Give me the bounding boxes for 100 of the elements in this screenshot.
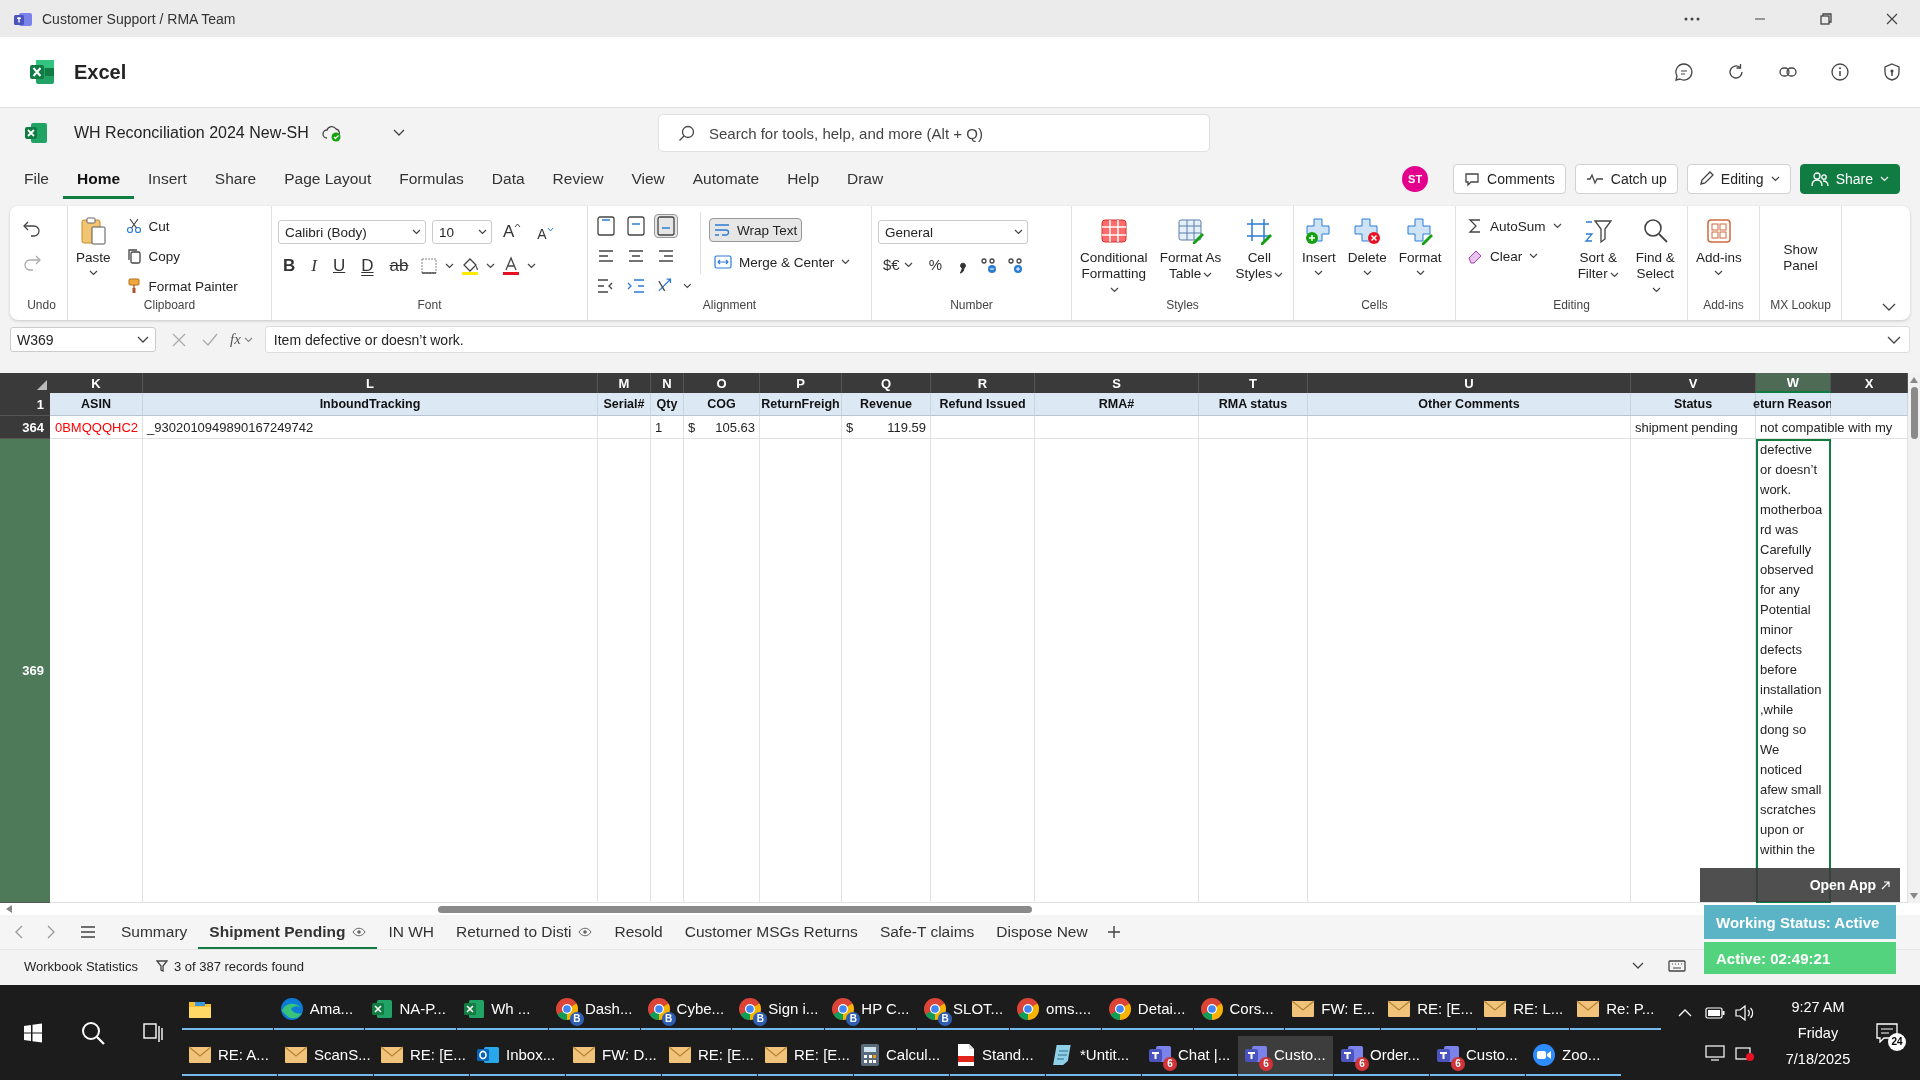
format-painter-button[interactable]: Format Painter	[120, 274, 243, 298]
taskbar-button[interactable]: ScanS...	[278, 1035, 373, 1076]
menu-tab[interactable]: Formulas	[385, 159, 478, 199]
column-header[interactable]: Q	[842, 373, 931, 393]
cut-button[interactable]: Cut	[120, 214, 175, 238]
decrease-font-button[interactable]: A	[532, 220, 559, 244]
column-header[interactable]: L	[143, 373, 598, 393]
strikethrough-button[interactable]: ab	[384, 254, 414, 278]
menu-tab[interactable]: Home	[63, 159, 135, 199]
column-header[interactable]: N	[651, 373, 684, 393]
taskbar-button[interactable]: FW: E...	[1285, 989, 1381, 1030]
menu-tab[interactable]: Page Layout	[270, 159, 386, 199]
taskbar-button[interactable]: B SLOT...	[917, 989, 1010, 1030]
format-button[interactable]: Format	[1396, 212, 1444, 276]
column-header[interactable]: O	[684, 373, 760, 393]
taskbar-button[interactable]: Zoo...	[1526, 1035, 1621, 1076]
sheet-tab[interactable]: Safe-T claims	[868, 914, 986, 950]
underline-button[interactable]: U	[327, 254, 351, 278]
column-header[interactable]: X	[1831, 373, 1908, 393]
wrap-text-button[interactable]: Wrap Text	[709, 218, 803, 242]
taskbar-button[interactable]: 6 Custo...	[1430, 1035, 1525, 1076]
menu-tab[interactable]: Insert	[134, 159, 201, 199]
clear-button[interactable]: Clear	[1462, 244, 1544, 268]
taskbar-button[interactable]: 6 Custo...	[1238, 1035, 1333, 1076]
taskbar-button[interactable]: B Sign i...	[732, 989, 825, 1030]
menu-tab[interactable]: Automate	[678, 159, 774, 199]
taskbar-button[interactable]: Stand...	[950, 1035, 1045, 1076]
add-ins-button[interactable]: Add-ins	[1694, 212, 1744, 276]
column-header[interactable]: P	[760, 373, 842, 393]
taskbar-button[interactable]: Wh ...	[457, 989, 548, 1030]
percent-button[interactable]: %	[923, 254, 948, 275]
column-header[interactable]: U	[1308, 373, 1631, 393]
row-header[interactable]: 369	[0, 439, 50, 903]
taskbar-button[interactable]: Re: P...	[1570, 989, 1661, 1030]
format-as-table-button[interactable]: Format As Table	[1157, 212, 1224, 282]
taskbar-button[interactable]: Cors...	[1193, 989, 1285, 1030]
merge-center-button[interactable]: Merge & Center	[709, 250, 856, 274]
formula-field[interactable]: Item defective or doesn’t work.	[264, 326, 1910, 353]
taskbar-button[interactable]: RE: [E...	[1381, 989, 1477, 1030]
increase-font-button[interactable]: A	[498, 220, 527, 244]
clock-day[interactable]: Friday	[1797, 1024, 1839, 1041]
taskbar-button[interactable]: FW: D...	[566, 1035, 661, 1076]
sheet-tab[interactable]: Resold	[603, 914, 674, 950]
row-header[interactable]: 364	[0, 416, 50, 439]
menu-tab[interactable]: View	[617, 159, 679, 199]
conditional-formatting-button[interactable]: Conditional Formatting	[1078, 212, 1150, 297]
open-app-button[interactable]: Open App	[1700, 868, 1900, 902]
share-button[interactable]: Share	[1799, 164, 1900, 194]
double-underline-button[interactable]: D	[356, 254, 379, 278]
column-header[interactable]: K	[50, 373, 143, 393]
column-header[interactable]: T	[1199, 373, 1308, 393]
paste-button[interactable]: Paste	[74, 212, 113, 276]
font-select[interactable]: Calibri (Body)	[278, 220, 426, 244]
menu-tab[interactable]: Help	[773, 159, 833, 199]
bold-button[interactable]: B	[278, 254, 301, 278]
find-select-button[interactable]: Find & Select	[1629, 212, 1681, 297]
italic-button[interactable]: I	[306, 254, 322, 278]
currency-button[interactable]: $€	[878, 254, 918, 275]
comments-button[interactable]: Comments	[1453, 164, 1566, 194]
sheet-tab[interactable]: Customer MSGs Returns	[673, 914, 869, 950]
column-header[interactable]: R	[931, 373, 1035, 393]
taskbar-button[interactable]: B HP C...	[825, 989, 917, 1030]
sort-filter-button[interactable]: Sort & Filter	[1574, 212, 1622, 282]
taskbar-button[interactable]: RE: L...	[1477, 989, 1570, 1030]
workbook-statistics-link[interactable]: Workbook Statistics	[24, 958, 138, 974]
taskbar-button[interactable]: RE: [E...	[662, 1035, 757, 1076]
taskbar-button[interactable]: oms....	[1010, 989, 1101, 1030]
number-format-select[interactable]: General	[878, 220, 1028, 244]
taskbar-button[interactable]: Detai...	[1101, 989, 1193, 1030]
sheet-tab[interactable]: Returned to Disti	[445, 914, 604, 950]
catchup-button[interactable]: Catch up	[1574, 164, 1678, 194]
insert-button[interactable]: Insert	[1300, 212, 1338, 276]
editing-button[interactable]: Editing	[1686, 164, 1791, 194]
taskbar-button[interactable]: Inbox...	[470, 1035, 565, 1076]
sheet-tab[interactable]: IN WH	[377, 914, 446, 950]
taskbar-button[interactable]: RE: A...	[182, 1035, 277, 1076]
sheet-tab[interactable]: Dispose New	[985, 914, 1099, 950]
taskbar-button[interactable]: RE: [E...	[374, 1035, 469, 1076]
menu-tab[interactable]: Draw	[833, 159, 898, 199]
copy-button[interactable]: Copy	[120, 244, 186, 268]
show-panel-button[interactable]: Show Panel	[1766, 212, 1835, 274]
insert-function-button[interactable]: fx	[230, 331, 253, 348]
column-header[interactable]: M	[598, 373, 651, 393]
taskbar-button[interactable]: NA-P...	[365, 989, 457, 1030]
document-name[interactable]: WH Reconciliation 2024 New-SH	[74, 124, 309, 142]
taskbar-button[interactable]: Ama...	[273, 989, 365, 1030]
menu-tab[interactable]: Review	[538, 159, 618, 199]
taskbar-button[interactable]: B Cybe...	[640, 989, 732, 1030]
row-header[interactable]: 1	[0, 393, 50, 416]
clock-date[interactable]: 7/18/2025	[1785, 1050, 1851, 1067]
taskbar-button[interactable]: RE: [E...	[758, 1035, 853, 1076]
column-header[interactable]: W	[1756, 373, 1831, 393]
font-size-select[interactable]: 10	[432, 220, 492, 244]
autosum-button[interactable]: AutoSum	[1462, 214, 1567, 238]
delete-button[interactable]: Delete	[1345, 212, 1389, 276]
clock-time[interactable]: 9:27 AM	[1791, 998, 1845, 1015]
user-avatar[interactable]: ST	[1402, 166, 1429, 192]
sheet-tab[interactable]: Summary	[110, 914, 199, 950]
taskbar-button[interactable]: Calcul...	[854, 1035, 949, 1076]
cell-styles-button[interactable]: Cell Styles	[1231, 212, 1287, 282]
